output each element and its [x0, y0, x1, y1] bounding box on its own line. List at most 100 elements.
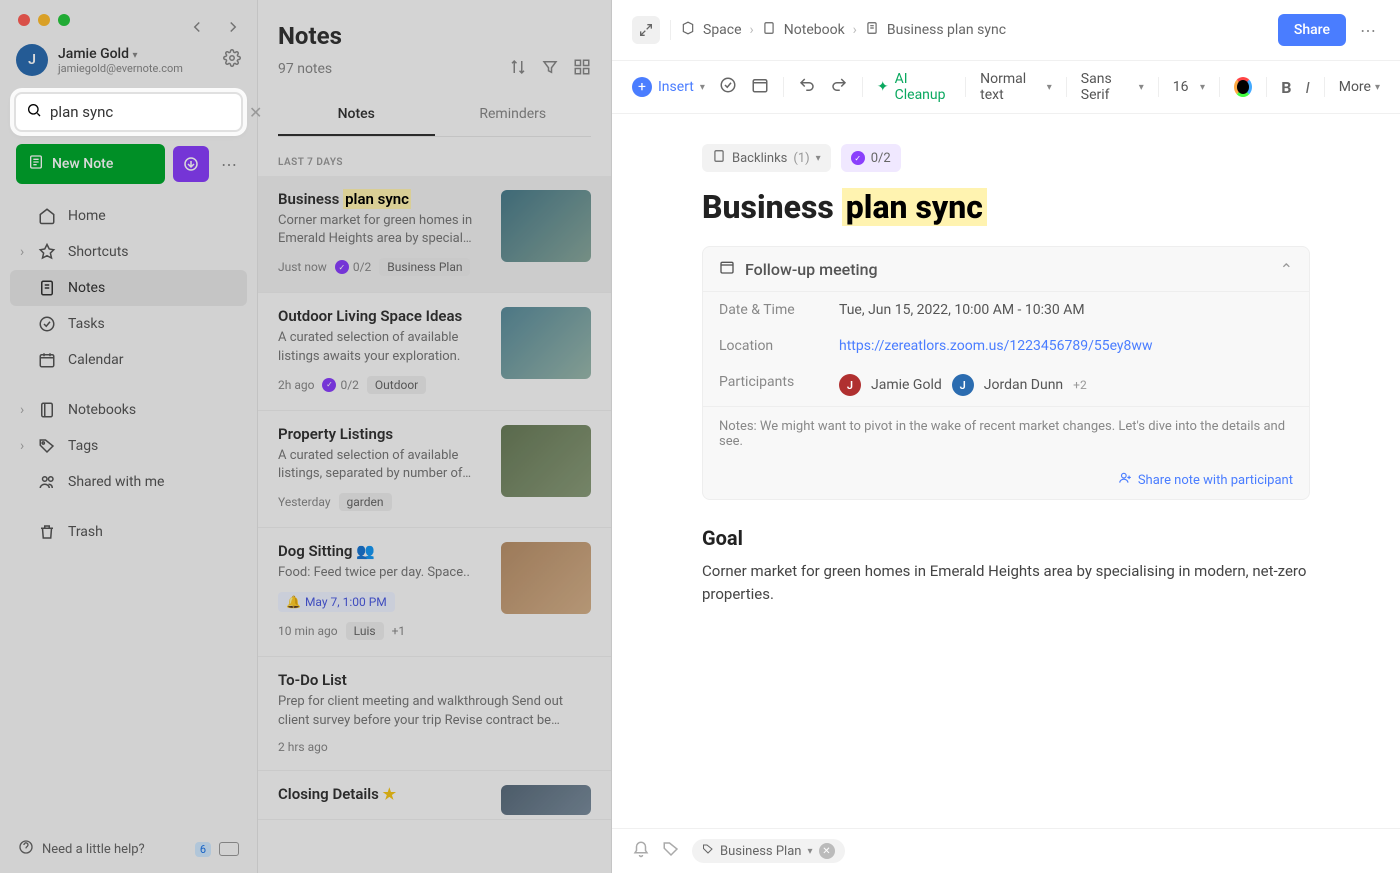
- back-icon[interactable]: [188, 18, 206, 40]
- view-icon[interactable]: [573, 58, 591, 80]
- breadcrumb-notebook[interactable]: Notebook: [784, 22, 845, 38]
- notes-title: Notes: [278, 22, 591, 50]
- nav-shortcuts[interactable]: ›Shortcuts: [10, 234, 247, 270]
- note-thumbnail: [501, 542, 591, 614]
- bold-button[interactable]: B: [1281, 78, 1291, 97]
- clear-search-icon[interactable]: ✕: [249, 103, 262, 122]
- note-title: Outdoor Living Space Ideas: [278, 307, 487, 325]
- section-header: LAST 7 DAYS: [258, 143, 611, 176]
- backlinks-pill[interactable]: Backlinks(1)▾: [702, 144, 831, 172]
- meeting-title: Follow-up meeting: [745, 260, 878, 279]
- participant-avatar: J: [839, 374, 861, 396]
- tasks-pill[interactable]: ✓0/2: [841, 144, 901, 172]
- breadcrumb: Space › Notebook › Business plan sync: [681, 21, 1006, 39]
- share-button[interactable]: Share: [1278, 14, 1346, 46]
- more-formatting[interactable]: More▾: [1339, 79, 1380, 95]
- location-link[interactable]: https://zereatlors.zoom.us/1223456789/55…: [839, 338, 1293, 354]
- participants-label: Participants: [719, 374, 839, 396]
- breadcrumb-note[interactable]: Business plan sync: [887, 22, 1006, 38]
- new-note-more-icon[interactable]: ⋯: [217, 155, 241, 174]
- ai-cleanup-button[interactable]: ✦AI Cleanup: [877, 71, 951, 103]
- maximize-window-icon[interactable]: [58, 14, 70, 26]
- nav-trash[interactable]: Trash: [10, 514, 247, 550]
- note-card[interactable]: Dog Sitting 👥 Food: Feed twice per day. …: [258, 528, 611, 657]
- minimize-window-icon[interactable]: [38, 14, 50, 26]
- note-title: Closing Details ★: [278, 785, 487, 803]
- note-tasks-badge: ✓0/2: [322, 378, 358, 392]
- calendar-icon[interactable]: [751, 76, 769, 98]
- note-card[interactable]: Outdoor Living Space Ideas A curated sel…: [258, 293, 611, 410]
- text-color-picker[interactable]: [1234, 77, 1252, 97]
- meeting-header[interactable]: Follow-up meeting ⌃: [703, 247, 1309, 292]
- note-more-people: +1: [392, 624, 406, 638]
- participant-avatar: J: [952, 374, 974, 396]
- avatar: J: [16, 44, 48, 76]
- keyboard-icon[interactable]: [219, 842, 239, 856]
- reminder-add-icon[interactable]: [632, 840, 650, 862]
- ai-new-button[interactable]: [173, 146, 209, 182]
- help-label: Need a little help?: [42, 842, 145, 857]
- note-icon: [865, 21, 879, 39]
- plus-icon: +: [632, 77, 652, 97]
- undo-icon[interactable]: [798, 76, 816, 98]
- italic-button[interactable]: I: [1306, 78, 1310, 97]
- footer-tag[interactable]: Business Plan▾ ✕: [692, 839, 845, 863]
- note-time: Yesterday: [278, 495, 331, 509]
- tab-reminders[interactable]: Reminders: [435, 94, 592, 136]
- nav-notebooks[interactable]: ›Notebooks: [10, 392, 247, 428]
- nav-tags[interactable]: ›Tags: [10, 428, 247, 464]
- new-note-button[interactable]: New Note: [16, 144, 165, 184]
- note-preview: Prep for client meeting and walkthrough …: [278, 693, 591, 729]
- nav-shared[interactable]: Shared with me: [10, 464, 247, 500]
- search-icon: [26, 102, 42, 122]
- note-tag[interactable]: garden: [339, 493, 392, 511]
- help-button[interactable]: Need a little help? 6: [0, 825, 257, 873]
- note-thumbnail: [501, 190, 591, 262]
- format-select[interactable]: Normal text▾: [980, 71, 1052, 103]
- forward-icon[interactable]: [224, 18, 242, 40]
- note-thumbnail: [501, 307, 591, 379]
- note-card[interactable]: Property Listings A curated selection of…: [258, 411, 611, 528]
- chevron-up-icon[interactable]: ⌃: [1280, 260, 1293, 279]
- filter-icon[interactable]: [541, 58, 559, 80]
- insert-button[interactable]: +Insert▾: [632, 77, 705, 97]
- participants-more[interactable]: +2: [1073, 378, 1087, 392]
- expand-icon[interactable]: [632, 16, 660, 44]
- bell-icon: 🔔: [286, 595, 301, 609]
- note-title: Dog Sitting 👥: [278, 542, 487, 560]
- close-window-icon[interactable]: [18, 14, 30, 26]
- font-size-select[interactable]: 16 ▾: [1173, 79, 1205, 95]
- share-with-participant-button[interactable]: Share note with participant: [703, 461, 1309, 499]
- search-input[interactable]: ✕: [14, 92, 243, 132]
- settings-icon[interactable]: [223, 49, 241, 71]
- note-card[interactable]: Closing Details ★: [258, 771, 611, 820]
- note-icon: [28, 154, 44, 174]
- space-icon: [681, 21, 695, 39]
- search-field[interactable]: [50, 103, 249, 121]
- sidebar: J Jamie Gold ▾ jamiegold@evernote.com ✕ …: [0, 0, 258, 873]
- nav-home[interactable]: Home: [10, 198, 247, 234]
- new-note-label: New Note: [52, 156, 113, 172]
- font-select[interactable]: Sans Serif▾: [1081, 71, 1144, 103]
- goal-text[interactable]: Corner market for green homes in Emerald…: [702, 560, 1310, 605]
- more-icon[interactable]: ⋯: [1356, 21, 1380, 40]
- task-icon[interactable]: [719, 76, 737, 98]
- note-tag[interactable]: Outdoor: [367, 376, 426, 394]
- sort-icon[interactable]: [509, 58, 527, 80]
- note-card[interactable]: Business plan sync Corner market for gre…: [258, 176, 611, 293]
- nav-calendar[interactable]: Calendar: [10, 342, 247, 378]
- goal-heading[interactable]: Goal: [702, 526, 1310, 550]
- note-card[interactable]: To-Do List Prep for client meeting and w…: [258, 657, 611, 770]
- remove-tag-icon[interactable]: ✕: [819, 843, 835, 859]
- nav-tasks[interactable]: Tasks: [10, 306, 247, 342]
- nav-notes[interactable]: Notes: [10, 270, 247, 306]
- note-time: Just now: [278, 260, 327, 274]
- shared-icon: 👥: [356, 542, 375, 560]
- tag-add-icon[interactable]: [662, 840, 680, 862]
- note-title[interactable]: Business plan sync: [702, 188, 1310, 226]
- person-add-icon: [1118, 471, 1132, 489]
- redo-icon[interactable]: [830, 76, 848, 98]
- tab-notes[interactable]: Notes: [278, 94, 435, 136]
- breadcrumb-space[interactable]: Space: [703, 22, 742, 38]
- note-tag[interactable]: Business Plan: [379, 258, 470, 276]
